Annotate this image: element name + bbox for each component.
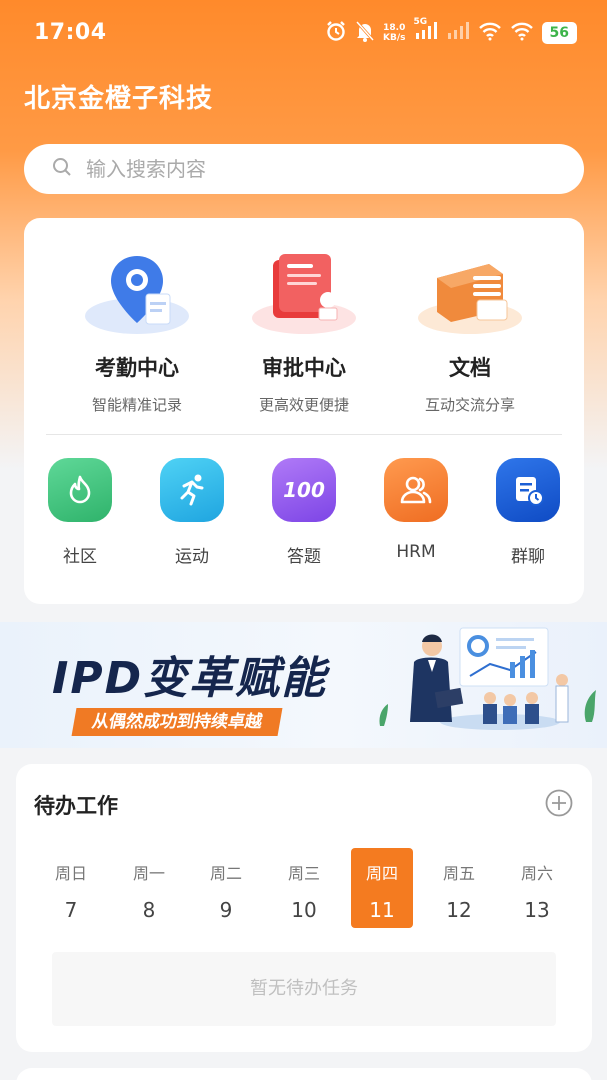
day-wednesday[interactable]: 周三 10 (273, 848, 335, 928)
net-speed: 18.0 KB/s (383, 23, 405, 43)
day-tuesday[interactable]: 周二 9 (195, 848, 257, 928)
status-icons: 18.0 KB/s 5G 56 (325, 17, 577, 46)
battery-icon: 56 (541, 22, 577, 44)
signal-icon: 5G (414, 17, 438, 45)
chat-doc-icon (496, 458, 560, 522)
feature-card: 考勤中心 智能精准记录 审批中心 更高效更便捷 文档 互动交流分享 社区 运动 … (24, 218, 584, 604)
day-saturday[interactable]: 周六 13 (506, 848, 568, 928)
day-number: 7 (64, 898, 78, 922)
search-icon (52, 157, 72, 181)
feature-label: 考勤中心 (95, 356, 179, 380)
day-sunday[interactable]: 周日 7 (40, 848, 102, 928)
running-person-icon (160, 458, 224, 522)
day-name: 周日 (54, 864, 87, 883)
people-icon (384, 458, 448, 522)
feature-subtitle: 更高效更便捷 (258, 396, 349, 414)
banner-title: IPD变革赋能 (52, 653, 328, 704)
wifi-icon (478, 21, 502, 45)
plus-circle-icon[interactable] (544, 788, 574, 818)
score-100-text: 100 (283, 478, 325, 502)
feature-attendance[interactable]: 考勤中心 智能精准记录 (52, 248, 222, 415)
search-bar[interactable] (24, 144, 584, 194)
day-name: 周二 (209, 864, 242, 883)
day-number: 12 (446, 898, 472, 922)
promo-banner[interactable]: IPD变革赋能 从偶然成功到持续卓越 (0, 622, 607, 748)
signal-weak-icon (446, 21, 470, 45)
feature-label: 审批中心 (262, 356, 346, 380)
next-card (16, 1068, 592, 1080)
net-speed-value: 18.0 (383, 23, 406, 33)
day-name: 周四 (365, 864, 398, 883)
day-name: 周五 (442, 864, 475, 883)
divider (46, 434, 562, 435)
todo-card: 待办工作 周日 7 周一 8 周二 9 周三 10 周四 11 周五 12 周六 (16, 764, 592, 1052)
feature-subtitle: 互动交流分享 (424, 396, 515, 414)
todo-title: 待办工作 (34, 794, 118, 818)
day-number: 10 (291, 898, 317, 922)
status-bar: 17:04 18.0 KB/s 5G 56 (0, 0, 607, 68)
day-number: 9 (219, 898, 233, 922)
app-sports[interactable]: 运动 (152, 458, 232, 567)
app-group-chat[interactable]: 群聊 (488, 458, 568, 567)
flame-icon (48, 458, 112, 522)
day-number: 8 (142, 898, 156, 922)
feature-label: 文档 (449, 356, 491, 380)
status-time: 17:04 (34, 20, 107, 45)
app-label: 运动 (175, 547, 209, 567)
alarm-icon (325, 20, 347, 46)
app-label: 群聊 (511, 547, 545, 567)
app-label: 答题 (287, 547, 321, 567)
search-input[interactable] (86, 157, 526, 181)
approval-stamp-icon (249, 248, 359, 338)
app-title: 北京金橙子科技 (24, 84, 214, 114)
feature-approval[interactable]: 审批中心 更高效更便捷 (219, 248, 389, 415)
feature-subtitle: 智能精准记录 (91, 396, 182, 414)
banner-subtitle: 从偶然成功到持续卓越 (71, 708, 283, 736)
day-number: 11 (369, 898, 395, 922)
location-pin-icon (82, 248, 192, 338)
app-label: 社区 (63, 547, 97, 567)
score-100-icon: 100 (272, 458, 336, 522)
app-hrm[interactable]: HRM (376, 458, 456, 562)
banner-illustration (379, 627, 596, 730)
bell-muted-icon (355, 20, 375, 46)
signal-label: 5G (413, 17, 428, 27)
day-thursday[interactable]: 周四 11 (351, 848, 413, 928)
app-community[interactable]: 社区 (40, 458, 120, 567)
app-quiz[interactable]: 100 答题 (264, 458, 344, 567)
wifi-icon-2 (510, 21, 534, 45)
empty-state: 暂无待办任务 (52, 952, 556, 1026)
day-number: 13 (524, 898, 550, 922)
day-name: 周六 (520, 864, 553, 883)
week-selector: 周日 7 周一 8 周二 9 周三 10 周四 11 周五 12 周六 13 (40, 848, 568, 928)
feature-documents[interactable]: 文档 互动交流分享 (385, 248, 555, 415)
day-monday[interactable]: 周一 8 (118, 848, 180, 928)
net-speed-unit: KB/s (383, 33, 406, 43)
day-name: 周三 (287, 864, 320, 883)
day-friday[interactable]: 周五 12 (428, 848, 490, 928)
document-stack-icon (415, 248, 525, 338)
day-name: 周一 (132, 864, 165, 883)
app-label: HRM (396, 542, 436, 562)
